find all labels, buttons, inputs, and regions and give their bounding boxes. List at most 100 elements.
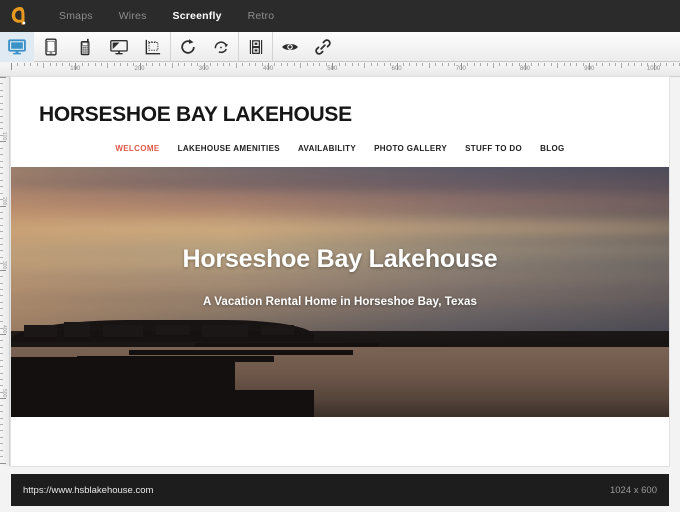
hero-banner: Horseshoe Bay Lakehouse A Vacation Renta… <box>11 167 669 417</box>
ruler-tick <box>107 63 109 68</box>
ruler-tick-vertical <box>0 449 3 451</box>
ruler-tick <box>441 63 443 66</box>
ruler-tick-vertical <box>0 121 3 123</box>
television-icon[interactable] <box>102 32 136 62</box>
ruler-tick <box>557 63 559 68</box>
device-toolbar <box>0 31 680 62</box>
ruler-tick <box>544 63 546 66</box>
ruler-tick-vertical <box>0 295 3 297</box>
ruler-tick-vertical <box>0 256 3 258</box>
ruler-tick <box>377 63 379 66</box>
ruler-tick-vertical <box>0 141 6 143</box>
page-title: HORSESHOE BAY LAKEHOUSE <box>39 103 352 126</box>
ruler-tick <box>467 63 469 66</box>
ruler-tick <box>357 63 359 66</box>
ruler-tick <box>402 63 404 66</box>
tablet-icon[interactable] <box>34 32 68 62</box>
layout-icon[interactable] <box>238 31 272 62</box>
ruler-tick <box>505 63 507 66</box>
mobile-icon[interactable] <box>68 32 102 62</box>
nav-item-availability[interactable]: AVAILABILITY <box>289 144 365 153</box>
desktop-icon[interactable] <box>0 31 34 62</box>
ruler-tick <box>178 63 180 66</box>
horizontal-ruler: 100 200 300 400 500 600 700 800 900 1000 <box>0 63 680 77</box>
url-display[interactable]: https://www.hsblakehouse.com <box>23 485 153 496</box>
ruler-label-vertical: 400 <box>1 325 7 334</box>
nav-item-stuff-to-do[interactable]: STUFF TO DO <box>456 144 531 153</box>
ruler-label: 400 <box>263 66 274 72</box>
ruler-label-vertical: 300 <box>1 260 7 270</box>
ruler-tick <box>184 63 186 66</box>
ruler-tick-vertical <box>0 404 3 406</box>
refresh-icon[interactable] <box>170 31 204 62</box>
ruler-corner <box>0 466 11 512</box>
ruler-tick <box>383 63 385 66</box>
ruler-label: 1000 <box>646 66 661 72</box>
ruler-tick <box>370 63 372 66</box>
nav-item-blog[interactable]: BLOG <box>531 144 574 153</box>
nav-item-welcome[interactable]: WELCOME <box>106 144 168 153</box>
ruler-tick-vertical <box>0 353 3 355</box>
ruler-tick <box>672 63 674 66</box>
custom-size-icon[interactable] <box>136 32 170 62</box>
tab-smaps[interactable]: Smaps <box>46 0 106 32</box>
ruler-tick <box>550 63 552 66</box>
ruler-tick <box>43 63 45 68</box>
ruler-tick-vertical <box>0 83 3 85</box>
site-header: HORSESHOE BAY LAKEHOUSE <box>11 77 669 127</box>
ruler-tick-vertical <box>0 282 3 284</box>
ruler-tick <box>255 63 257 66</box>
vertical-ruler: 100 200 300 400 500 <box>0 77 10 466</box>
ruler-label: 900 <box>584 66 595 72</box>
ruler-tick-vertical <box>0 96 3 98</box>
link-icon[interactable] <box>306 32 340 62</box>
ruler-tick <box>480 63 482 66</box>
ruler-tick-vertical <box>0 456 3 458</box>
ruler-tick <box>171 63 173 68</box>
site-preview-viewport[interactable]: HORSESHOE BAY LAKEHOUSE WELCOME LAKEHOUS… <box>11 77 669 466</box>
ruler-label: 300 <box>198 66 209 72</box>
tab-retro[interactable]: Retro <box>235 0 288 32</box>
ruler-tick <box>621 63 623 68</box>
ruler-tick-vertical <box>0 430 3 432</box>
ruler-tick-vertical <box>0 417 3 419</box>
aviary-a-logo-icon[interactable] <box>4 0 36 32</box>
ruler-tick <box>190 63 192 66</box>
ruler-tick <box>345 63 347 66</box>
ruler-tick <box>486 63 488 66</box>
ruler-tick-vertical <box>0 411 3 413</box>
ruler-tick <box>447 63 449 66</box>
ruler-label: 500 <box>327 66 338 72</box>
ruler-tick-vertical <box>0 321 3 323</box>
hero-title: Horseshoe Bay Lakehouse <box>182 245 498 273</box>
ruler-tick <box>666 63 668 66</box>
ruler-tick <box>287 63 289 66</box>
nav-item-lakehouse-amenities[interactable]: LAKEHOUSE AMENITIES <box>169 144 289 153</box>
ruler-tick <box>499 63 501 66</box>
preview-eye-icon[interactable] <box>272 31 306 62</box>
nav-item-photo-gallery[interactable]: PHOTO GALLERY <box>365 144 456 153</box>
hero-text-block: Horseshoe Bay Lakehouse A Vacation Renta… <box>11 167 669 417</box>
ruler-tick-vertical <box>0 359 3 361</box>
ruler-tick-vertical <box>0 289 3 291</box>
ruler-label-vertical: 200 <box>1 196 7 205</box>
ruler-tick <box>537 63 539 66</box>
ruler-tick <box>165 63 167 66</box>
ruler-tick <box>126 63 128 66</box>
ruler-tick <box>235 63 237 68</box>
ruler-tick-vertical <box>0 301 3 303</box>
ruler-tick-vertical <box>0 211 3 213</box>
tab-wires[interactable]: Wires <box>106 0 160 32</box>
ruler-tick-vertical <box>0 250 3 252</box>
ruler-tick-vertical <box>0 166 3 168</box>
ruler-tick <box>49 63 51 66</box>
ruler-tick <box>338 63 340 66</box>
ruler-tick-vertical <box>0 102 3 104</box>
ruler-tick <box>595 63 597 66</box>
ruler-tick <box>17 63 19 66</box>
ruler-tick <box>492 63 494 68</box>
rotate-icon[interactable] <box>204 32 238 62</box>
ruler-tick <box>36 63 38 66</box>
tab-screenfly[interactable]: Screenfly <box>160 0 235 32</box>
ruler-tick <box>602 63 604 66</box>
